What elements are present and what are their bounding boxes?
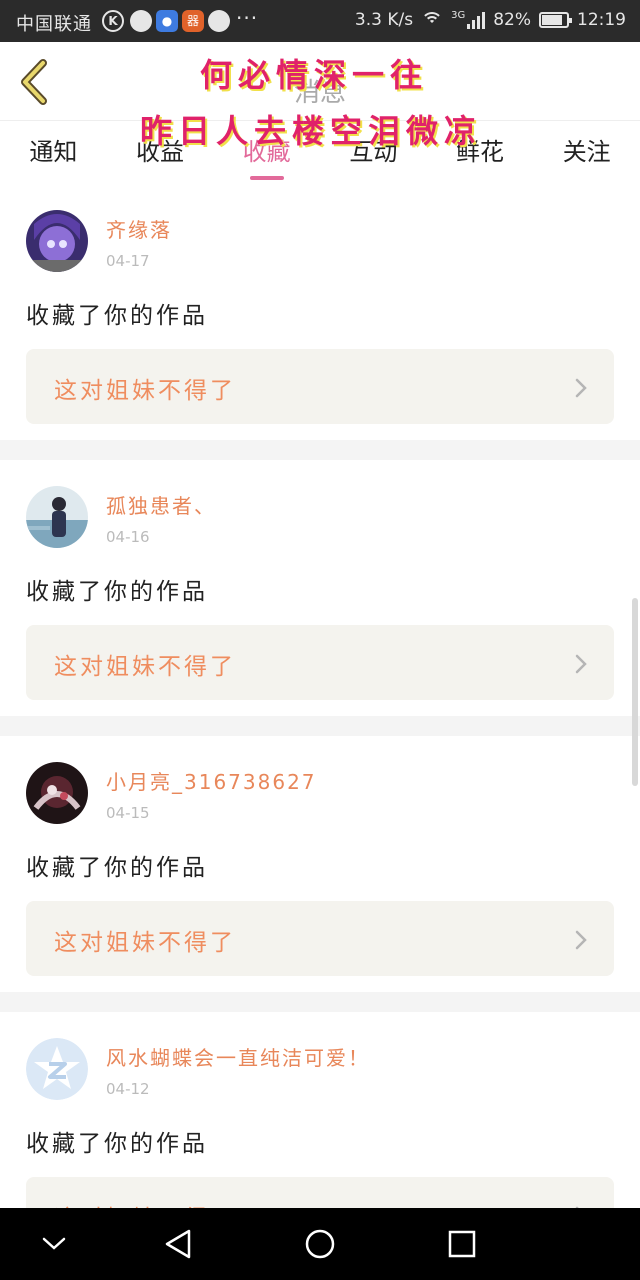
chevron-right-icon [575, 654, 587, 674]
orange-app-icon: 器 [182, 10, 204, 32]
nav-back-button[interactable] [160, 1226, 196, 1262]
wifi-icon [421, 12, 444, 28]
notification-list: 齐缘落 04-17 收藏了你的作品 这对姐妹不得了 孤独患者、 04-16 收藏… [0, 184, 640, 1208]
hide-nav-button[interactable] [36, 1226, 72, 1262]
avatar[interactable] [26, 210, 88, 272]
chat-bubble-icon [130, 10, 152, 32]
network-type: 3G [451, 9, 466, 21]
list-item: 小月亮_316738627 04-15 收藏了你的作品 这对姐妹不得了 [0, 736, 640, 992]
recents-square-icon [448, 1230, 476, 1258]
tab-label: 关注 [562, 138, 611, 166]
nav-home-button[interactable] [302, 1226, 338, 1262]
action-text: 收藏了你的作品 [26, 855, 208, 881]
tab-label: 通知 [29, 138, 78, 166]
avatar[interactable] [26, 762, 88, 824]
work-title: 这对姐妹不得了 [54, 1199, 236, 1208]
action-text: 收藏了你的作品 [26, 579, 208, 605]
tab-notifications[interactable]: 通知 [0, 121, 107, 184]
list-item: 风水蝴蝶会一直纯洁可爱！ 04-12 收藏了你的作品 这对姐妹不得了 [0, 1012, 640, 1208]
tab-follows[interactable]: 关注 [533, 121, 640, 184]
username[interactable]: 风水蝴蝶会一直纯洁可爱！ [106, 1042, 370, 1071]
work-link[interactable]: 这对姐妹不得了 [26, 349, 614, 424]
date-label: 04-17 [106, 252, 150, 270]
action-text: 收藏了你的作品 [26, 1131, 208, 1157]
username[interactable]: 孤独患者、 [106, 490, 216, 519]
date-label: 04-12 [106, 1080, 150, 1098]
nav-recents-button[interactable] [444, 1226, 480, 1262]
back-triangle-icon [165, 1229, 191, 1259]
work-title: 这对姐妹不得了 [54, 930, 236, 956]
carrier-label: 中国联通 [16, 14, 92, 35]
battery-icon [539, 12, 572, 28]
work-title: 这对姐妹不得了 [54, 654, 236, 680]
date-label: 04-15 [106, 804, 150, 822]
date-label: 04-16 [106, 528, 150, 546]
work-title: 这对姐妹不得了 [54, 378, 236, 404]
home-circle-icon [305, 1229, 335, 1259]
active-tab-indicator [249, 176, 284, 180]
signal-icon [467, 11, 486, 29]
avatar[interactable] [26, 486, 88, 548]
chevron-right-icon [575, 930, 587, 950]
more-notifications-icon: ··· [236, 6, 259, 30]
net-speed: 3.3 K/s [354, 10, 414, 30]
username[interactable]: 齐缘落 [106, 214, 172, 243]
action-text: 收藏了你的作品 [26, 303, 208, 329]
watermark-line-1: 何必情深一往 [200, 56, 429, 94]
clock: 12:19 [577, 10, 626, 30]
system-nav-bar [0, 1208, 640, 1280]
work-link[interactable]: 这对姐妹不得了 [26, 901, 614, 976]
scrollbar[interactable] [632, 598, 638, 786]
watermark-line-2: 昨日人去楼空泪微凉 [140, 112, 483, 150]
wechat-icon [208, 10, 230, 32]
baidu-paw-icon: ● [156, 10, 178, 32]
chevron-down-icon [42, 1237, 66, 1250]
work-link[interactable]: 这对姐妹不得了 [26, 625, 614, 700]
chevron-right-icon [575, 378, 587, 398]
work-link[interactable]: 这对姐妹不得了 [26, 1177, 614, 1208]
list-item: 孤独患者、 04-16 收藏了你的作品 这对姐妹不得了 [0, 460, 640, 716]
avatar[interactable] [26, 1038, 88, 1100]
username[interactable]: 小月亮_316738627 [106, 766, 317, 795]
status-bar: 中国联通 K ● 器 ··· 3.3 K/s 3G 82% 12:19 [0, 0, 640, 42]
list-item: 齐缘落 04-17 收藏了你的作品 这对姐妹不得了 [0, 184, 640, 440]
k-app-icon: K [102, 10, 124, 32]
battery-percent: 82% [493, 10, 531, 30]
